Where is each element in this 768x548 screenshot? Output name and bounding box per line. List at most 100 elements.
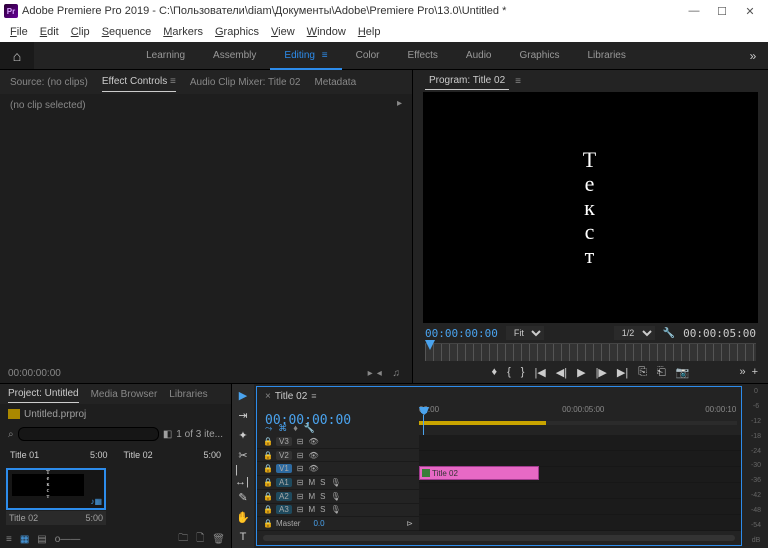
timeline-clip[interactable]: Title 02 — [419, 466, 539, 480]
step-forward-icon[interactable]: |▶ — [596, 366, 607, 379]
menu-clip[interactable]: Clip — [65, 24, 96, 40]
new-item-icon[interactable]: 🗋 — [196, 531, 204, 548]
fx-badge-icon — [422, 469, 430, 477]
timeline-header: 00:00:00:00 ⤳ ⌘ ♦ 🔧 00:0000:00:05:0000:0… — [257, 405, 741, 435]
program-monitor[interactable]: Текст — [423, 92, 758, 323]
zoom-slider[interactable]: o—— — [55, 534, 81, 545]
go-to-out-icon[interactable]: ▶| — [617, 366, 628, 379]
workspace-tab-graphics[interactable]: Graphics — [505, 42, 573, 70]
source-view-controls[interactable]: ▸◂ ♫ — [368, 368, 404, 379]
timeline-tab-label: Title 02 — [275, 391, 307, 402]
maximize-button[interactable]: ☐ — [708, 1, 736, 21]
type-tool-icon[interactable]: T — [235, 530, 251, 544]
selection-tool-icon[interactable]: ▶ — [235, 388, 251, 402]
list-view-icon[interactable]: ≡ — [6, 534, 12, 545]
audio-track-header[interactable]: 🔒A3⊟MS🎙 — [257, 504, 419, 518]
linked-selection-icon[interactable]: ⌘ — [278, 423, 287, 434]
add-marker-icon[interactable]: ♦ — [293, 423, 298, 434]
mark-out-icon[interactable]: } — [521, 366, 525, 378]
video-track-header[interactable]: 🔒V3⊟👁 — [257, 435, 419, 449]
hand-tool-icon[interactable]: ✋ — [235, 510, 251, 524]
menu-sequence[interactable]: Sequence — [96, 24, 158, 40]
timeline-panel: × Title 02 ≡ 00:00:00:00 ⤳ ⌘ ♦ 🔧 00:0000… — [256, 386, 742, 546]
project-tab[interactable]: Libraries — [169, 389, 207, 400]
workspace-tab-assembly[interactable]: Assembly — [199, 42, 270, 70]
project-search-input[interactable] — [18, 427, 159, 441]
resolution-dropdown[interactable]: 1/2 — [614, 326, 655, 340]
menu-graphics[interactable]: Graphics — [209, 24, 265, 40]
mark-in-icon[interactable]: { — [507, 366, 511, 378]
timeline-tab[interactable]: × Title 02 ≡ — [257, 387, 741, 405]
freeform-view-icon[interactable]: ▤ — [37, 534, 46, 545]
source-tab[interactable]: Effect Controls ≡ — [102, 72, 176, 92]
workspace-bar: ⌂ LearningAssemblyEditing ≡ColorEffectsA… — [0, 42, 768, 70]
source-tab[interactable]: Source: (no clips) — [10, 73, 88, 92]
compare-icon[interactable]: » — [739, 366, 745, 378]
workspace-tab-effects[interactable]: Effects — [394, 42, 452, 70]
play-icon[interactable]: ▶ — [577, 366, 585, 379]
panel-menu-icon[interactable]: ≡ — [515, 76, 521, 87]
menu-view[interactable]: View — [265, 24, 301, 40]
menu-file[interactable]: File — [4, 24, 34, 40]
video-track-header[interactable]: 🔒V1⊟👁 — [257, 462, 419, 476]
new-bin-icon[interactable]: 🗀 — [178, 531, 188, 548]
menu-edit[interactable]: Edit — [34, 24, 65, 40]
add-marker-icon[interactable]: ♦ — [491, 366, 497, 378]
meter-tick: -24 — [751, 448, 761, 455]
project-clip-selected[interactable]: Текст♪▦Title 025:00 — [6, 468, 106, 525]
timeline-zoom-slider[interactable] — [263, 535, 735, 541]
button-editor-icon[interactable]: + — [752, 366, 758, 378]
program-scrub-bar[interactable] — [425, 343, 756, 361]
home-icon[interactable]: ⌂ — [0, 42, 34, 69]
filter-bin-icon[interactable]: ◧ — [163, 429, 172, 440]
close-button[interactable]: ✕ — [736, 1, 764, 21]
menu-help[interactable]: Help — [352, 24, 387, 40]
source-tab[interactable]: Audio Clip Mixer: Title 02 — [190, 73, 301, 92]
track-select-tool-icon[interactable]: ⇥ — [235, 408, 251, 422]
delete-icon[interactable]: 🗑 — [212, 534, 225, 545]
ripple-edit-tool-icon[interactable]: ✦ — [235, 428, 251, 442]
panel-menu-icon[interactable]: ≡ — [311, 391, 316, 401]
menu-markers[interactable]: Markers — [157, 24, 209, 40]
step-back-icon[interactable]: ◀| — [556, 366, 567, 379]
workspace-tab-editing[interactable]: Editing ≡ — [270, 42, 341, 70]
razor-tool-icon[interactable]: ✂ — [235, 448, 251, 462]
window-titlebar: Pr Adobe Premiere Pro 2019 - C:\Пользова… — [0, 0, 768, 22]
pen-tool-icon[interactable]: ✎ — [235, 490, 251, 504]
track-lanes[interactable]: Title 02 — [419, 435, 741, 531]
workspace-overflow-button[interactable]: » — [738, 49, 768, 63]
program-timecode-current[interactable]: 00:00:00:00 — [425, 327, 498, 340]
export-frame-icon[interactable]: 📷 — [676, 366, 690, 379]
project-tab[interactable]: Project: Untitled — [8, 385, 79, 403]
clip-header[interactable]: Title 025:00 — [120, 448, 226, 462]
menu-window[interactable]: Window — [301, 24, 352, 40]
workspace-tab-learning[interactable]: Learning — [132, 42, 199, 70]
source-tab[interactable]: Metadata — [314, 73, 356, 92]
clip-header[interactable]: Title 015:00 — [6, 448, 112, 462]
icon-view-icon[interactable]: ▦ — [20, 534, 29, 545]
meter-tick: -18 — [751, 433, 761, 440]
workspace-tab-audio[interactable]: Audio — [452, 42, 506, 70]
workspace-tab-color[interactable]: Color — [342, 42, 394, 70]
panel-menu-icon[interactable]: ▸ — [397, 98, 402, 109]
audio-track-header[interactable]: 🔒A2⊟MS🎙 — [257, 490, 419, 504]
minimize-button[interactable]: — — [680, 1, 708, 21]
meter-tick: -36 — [751, 477, 761, 484]
lift-icon[interactable]: ⎘ — [638, 366, 647, 379]
go-to-in-icon[interactable]: |◀ — [534, 366, 545, 379]
fit-dropdown[interactable]: Fit — [506, 326, 544, 340]
workspace-tab-libraries[interactable]: Libraries — [574, 42, 640, 70]
timeline-ruler[interactable]: 00:0000:00:05:0000:00:10 — [419, 405, 737, 435]
audio-track-header[interactable]: 🔒A1⊟MS🎙 — [257, 476, 419, 490]
video-track-header[interactable]: 🔒V2⊟👁 — [257, 449, 419, 463]
extract-icon[interactable]: ⎗ — [657, 366, 666, 379]
master-track-header[interactable]: 🔒Master0.0⊳ — [257, 517, 419, 531]
settings-icon[interactable]: 🔧 — [304, 423, 315, 434]
settings-icon[interactable]: 🔧 — [663, 328, 675, 339]
snap-icon[interactable]: ⤳ — [265, 423, 272, 434]
program-panel-tab[interactable]: Program: Title 02 ≡ — [417, 70, 764, 92]
project-tab[interactable]: Media Browser — [91, 389, 158, 400]
item-count-label: 1 of 3 ite... — [176, 429, 223, 440]
effect-controls-body: (no clip selected) ▸ 00:00:00:00 ▸◂ ♫ — [0, 94, 412, 383]
slip-tool-icon[interactable]: |↔| — [235, 468, 251, 484]
